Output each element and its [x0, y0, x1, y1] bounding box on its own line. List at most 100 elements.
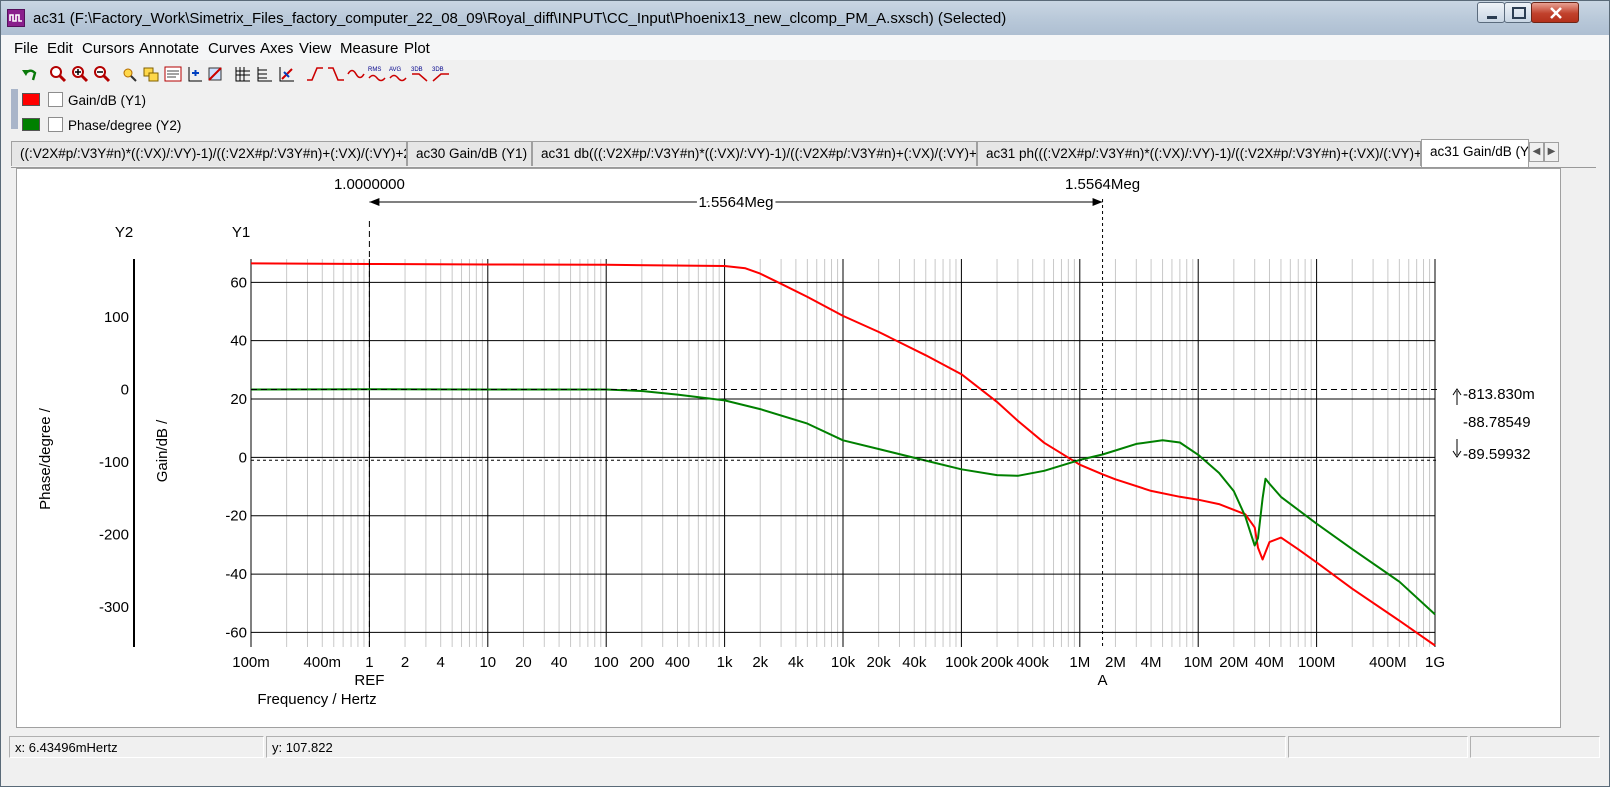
menu-cursors[interactable]: Cursors: [82, 40, 135, 57]
fall-time-icon[interactable]: [327, 65, 345, 83]
x-tick-label: 1G: [1425, 654, 1445, 671]
x-tick-label: 100M: [1298, 654, 1336, 671]
a-value-label: 1.5564Meg: [1065, 176, 1140, 193]
maximize-button[interactable]: [1504, 2, 1532, 23]
x-tick-label: 10: [479, 654, 496, 671]
legend-strip: [11, 89, 18, 129]
plot-area[interactable]: 60 40 20 0 -20 -40 -60 100 0 -100 -200 -300 Y1 Y2 Gain…: [16, 168, 1561, 728]
menu-plot[interactable]: Plot: [404, 40, 430, 57]
grid-icon[interactable]: [233, 65, 251, 83]
tab-ac31-expression[interactable]: ((:V2X#p/:V3Y#n)*((:VX)/:VY)-1)/((:V2X#p…: [11, 141, 407, 166]
simetrix-app-icon[interactable]: [7, 9, 25, 27]
text-icon[interactable]: [164, 65, 182, 83]
y2-tick-label: -100: [99, 454, 129, 471]
x-axis-label: Frequency / Hertz: [257, 691, 376, 708]
add-axis-icon[interactable]: [186, 65, 204, 83]
avg-icon[interactable]: AVG: [389, 65, 407, 83]
x-tick-label: 4k: [788, 654, 804, 671]
pulse-icon[interactable]: [347, 65, 365, 83]
delete-icon[interactable]: [206, 65, 224, 83]
readout-up-arrow: [1452, 388, 1462, 405]
x-tick-label: 200: [629, 654, 654, 671]
x-tick-label: 40k: [902, 654, 927, 671]
app-window: ac31 (F:\Factory_Work\Simetrix_Files_fac…: [0, 0, 1610, 787]
x-tick-label: 10M: [1184, 654, 1213, 671]
undo-icon[interactable]: [21, 65, 39, 83]
menu-bar: File Edit Cursors Annotate Curves Axes V…: [1, 35, 1609, 60]
phase-checkbox[interactable]: [48, 117, 63, 132]
phase-color-swatch[interactable]: [22, 118, 40, 131]
x-tick-label: 400m: [304, 654, 342, 671]
ref-value-label: 1.0000000: [334, 176, 405, 193]
zoom-in-icon[interactable]: [71, 65, 89, 83]
right-readout-mid: -88.78549: [1463, 414, 1531, 431]
plot-canvas[interactable]: 6040200-20-40-601000-100-200-300Y1Y2Gain…: [17, 169, 1560, 727]
avg-label: AVG: [389, 67, 402, 73]
menu-edit[interactable]: Edit: [47, 40, 73, 57]
x-tick-label: 40: [551, 654, 568, 671]
close-button[interactable]: [1531, 2, 1579, 23]
x-tick-label: 1k: [717, 654, 733, 671]
minimize-button[interactable]: [1477, 2, 1505, 23]
x-tick-label: 2: [401, 654, 409, 671]
x-tick-label: 40M: [1255, 654, 1284, 671]
y1-axis-label: Gain/dB /: [154, 419, 171, 482]
legend-gain-label: Gain/dB (Y1): [68, 93, 147, 108]
tab-ac31-ph[interactable]: ac31 ph(((:V2X#p/:V3Y#n)*((:VX)/:VY)-1)/…: [977, 141, 1421, 166]
rise-time-icon[interactable]: [306, 65, 324, 83]
3db-high-icon[interactable]: 3DB: [432, 65, 450, 83]
y2-tick-label: 100: [104, 309, 129, 326]
y1-tick-label: 60: [230, 274, 247, 291]
gain-color-swatch[interactable]: [22, 93, 40, 106]
y2-tick-label: -200: [99, 527, 129, 544]
copy-icon[interactable]: [142, 65, 160, 83]
status-bar: x: 6.43496mHertz y: 107.822: [1, 734, 1609, 760]
delta-label: 1.5564Meg: [698, 194, 773, 211]
tab-ac31-gain[interactable]: ac31 Gain/dB (Y: [1421, 139, 1529, 167]
status-y: y: 107.822: [266, 736, 1286, 758]
tab-ac30-gain[interactable]: ac30 Gain/dB (Y1): [407, 141, 532, 166]
x-tick-label: 2k: [752, 654, 768, 671]
x-tick-label: 20k: [867, 654, 892, 671]
rms-icon[interactable]: RMS: [368, 65, 386, 83]
y2-axis-name: Y2: [115, 224, 133, 241]
gain-checkbox[interactable]: [48, 92, 63, 107]
y1-axis-name: Y1: [232, 224, 250, 241]
x-tick-label: 100k: [945, 654, 978, 671]
tab-scroll-right-icon[interactable]: ▶: [1544, 142, 1559, 162]
graph-tab-bar: ((:V2X#p/:V3Y#n)*((:VX)/:VY)-1)/((:V2X#p…: [11, 139, 1596, 168]
readout-down-arrow: [1452, 439, 1462, 458]
y2-axis-label: Phase/degree /: [37, 407, 54, 510]
x-tick-label: 1M: [1069, 654, 1090, 671]
y1-tick-label: 0: [239, 449, 247, 466]
x-tick-label: 400k: [1016, 654, 1049, 671]
delta-arrow-left: [369, 198, 380, 206]
3db-label-2: 3DB: [432, 67, 444, 73]
tab-ac31-db[interactable]: ac31 db(((:V2X#p/:V3Y#n)*((:VX)/:VY)-1)/…: [532, 141, 977, 166]
pan-icon[interactable]: [121, 65, 139, 83]
3db-low-icon[interactable]: 3DB: [411, 65, 429, 83]
menu-view[interactable]: View: [299, 40, 331, 57]
x-tick-label: 4: [437, 654, 445, 671]
menu-measure[interactable]: Measure: [340, 40, 398, 57]
window-title: ac31 (F:\Factory_Work\Simetrix_Files_fac…: [33, 10, 1007, 27]
y1-tick-label: -60: [225, 624, 247, 641]
zoom-out-icon[interactable]: [93, 65, 111, 83]
x-tick-label: 20: [515, 654, 532, 671]
menu-annotate[interactable]: Annotate: [139, 40, 199, 57]
tab-scroll-left-icon[interactable]: ◀: [1529, 142, 1544, 162]
y1-tick-label: -40: [225, 566, 247, 583]
menu-axes[interactable]: Axes: [260, 40, 293, 57]
x-tick-label: 2M: [1105, 654, 1126, 671]
x-tick-label: 4M: [1141, 654, 1162, 671]
title-bar[interactable]: ac31 (F:\Factory_Work\Simetrix_Files_fac…: [1, 1, 1609, 35]
legend-phase-label: Phase/degree (Y2): [68, 118, 182, 133]
x-tick-label: 10k: [831, 654, 856, 671]
zoom-full-icon[interactable]: [49, 65, 67, 83]
menu-file[interactable]: File: [14, 40, 38, 57]
separate-grid-icon[interactable]: [255, 65, 273, 83]
grab-icon[interactable]: [277, 65, 295, 83]
menu-curves[interactable]: Curves: [208, 40, 256, 57]
y2-tick-label: 0: [121, 382, 129, 399]
status-empty-2: [1470, 736, 1600, 758]
